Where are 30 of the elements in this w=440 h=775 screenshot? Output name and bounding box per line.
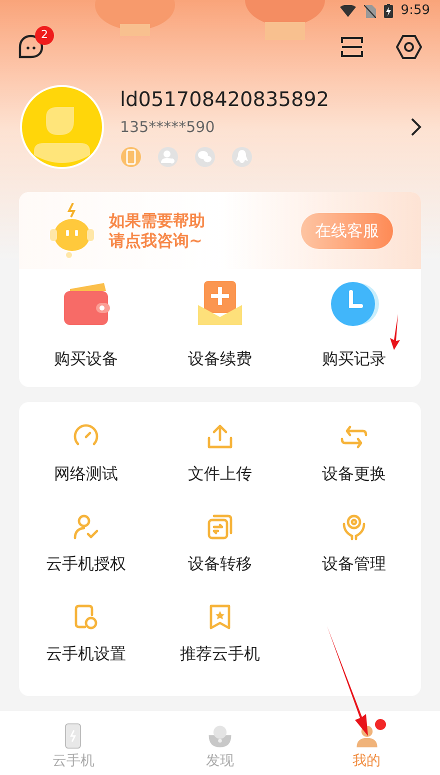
- person-check-icon[interactable]: [71, 512, 101, 542]
- avatar[interactable]: [20, 85, 104, 169]
- phone-icon[interactable]: [120, 146, 142, 168]
- settings-icon[interactable]: [396, 34, 422, 60]
- tool-label[interactable]: 设备转移: [188, 552, 252, 576]
- phone-number: 135*****590: [120, 116, 216, 138]
- action-label[interactable]: 购买记录: [322, 347, 386, 371]
- tool-label[interactable]: 设备管理: [322, 552, 386, 576]
- person-icon[interactable]: [157, 146, 179, 168]
- tool-label[interactable]: 网络测试: [54, 462, 118, 486]
- tool-label[interactable]: 推荐云手机: [180, 642, 260, 666]
- action-label[interactable]: 设备续费: [188, 347, 252, 371]
- chevron-right-icon[interactable]: [410, 117, 422, 137]
- tool-label[interactable]: 云手机设置: [46, 642, 126, 666]
- robot-mascot-icon: [47, 202, 97, 258]
- stacked-cards-icon[interactable]: [205, 512, 235, 542]
- tool-label[interactable]: 设备更换: [322, 462, 386, 486]
- clock-icon[interactable]: [328, 279, 380, 329]
- tool-label[interactable]: 云手机授权: [46, 552, 126, 576]
- chat-bubbles-icon[interactable]: [194, 146, 216, 168]
- status-time: 9:59: [400, 2, 430, 20]
- penguin-icon[interactable]: [231, 146, 253, 168]
- action-label[interactable]: 购买设备: [54, 347, 118, 371]
- help-text: 如果需要帮助: [109, 210, 206, 230]
- user-id: ld051708420835892: [120, 86, 330, 112]
- help-text: 请点我咨询~: [109, 230, 204, 250]
- arrow-annotation: [388, 314, 402, 350]
- tool-label[interactable]: 文件上传: [188, 462, 252, 486]
- wifi-icon: [340, 5, 356, 17]
- scan-icon[interactable]: [340, 35, 364, 59]
